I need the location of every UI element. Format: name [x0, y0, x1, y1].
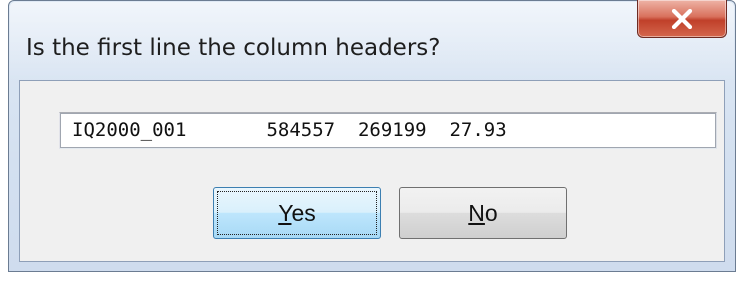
no-label-rest: o	[484, 199, 498, 226]
dialog-title: Is the first line the column headers?	[26, 35, 441, 61]
yes-button[interactable]: Yes	[213, 187, 381, 239]
yes-button-label: Yes	[278, 200, 316, 227]
close-button[interactable]	[637, 0, 727, 38]
yes-label-rest: es	[291, 199, 316, 226]
close-icon	[671, 8, 693, 29]
first-line-field[interactable]: IQ2000_001 584557 269199 27.93	[59, 112, 717, 149]
no-accesskey: N	[468, 199, 485, 226]
dialog-body: IQ2000_001 584557 269199 27.93 Yes No	[19, 80, 725, 262]
dialog-window: Is the first line the column headers? IQ…	[8, 0, 736, 272]
no-button[interactable]: No	[399, 187, 567, 239]
no-button-label: No	[468, 200, 497, 227]
yes-accesskey: Y	[278, 199, 292, 226]
